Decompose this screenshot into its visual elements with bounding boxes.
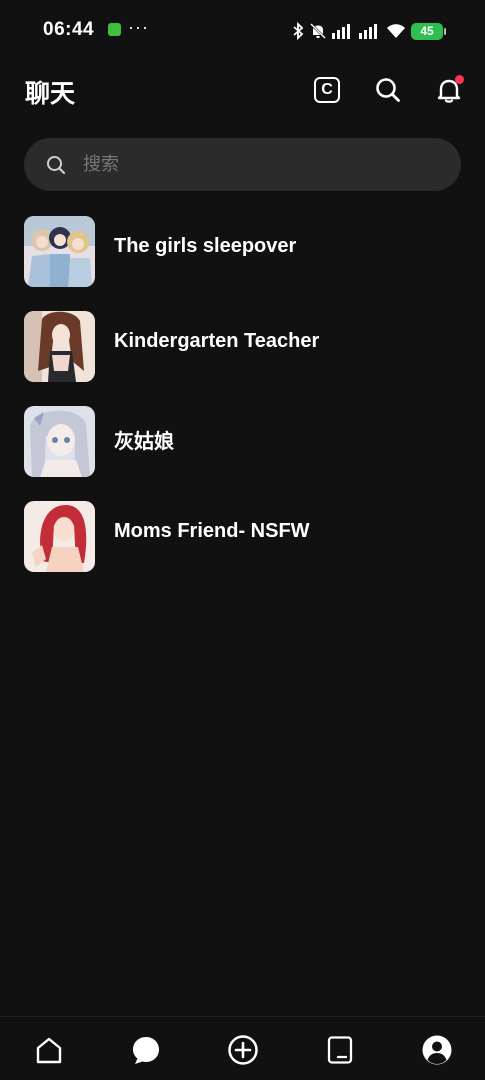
- notifications-button[interactable]: [431, 72, 467, 108]
- chat-name: Moms Friend- NSFW: [114, 520, 310, 542]
- profile-icon: [422, 1035, 452, 1065]
- chat-name: 灰姑娘: [114, 431, 174, 453]
- chat-item[interactable]: Moms Friend- NSFW: [0, 498, 485, 593]
- tablet-icon: [327, 1036, 353, 1064]
- home-icon: [36, 1037, 62, 1064]
- chat-name: The girls sleepover: [114, 235, 297, 257]
- chat-item[interactable]: Kindergarten Teacher: [0, 308, 485, 403]
- search-field-icon: [45, 154, 67, 176]
- search-input[interactable]: [81, 153, 405, 176]
- more-notifications-icon: ···: [128, 17, 149, 37]
- status-bar: 06:44 ··· 45: [0, 0, 485, 62]
- signal-2-icon: [359, 24, 377, 39]
- chat-item[interactable]: The girls sleepover: [0, 213, 485, 308]
- chat-name: Kindergarten Teacher: [114, 330, 320, 352]
- wifi-icon: [387, 24, 405, 38]
- nav-create[interactable]: [225, 1032, 261, 1068]
- nav-home[interactable]: [31, 1032, 67, 1068]
- chat-avatar: [24, 406, 95, 477]
- nav-library[interactable]: [322, 1032, 358, 1068]
- search-button[interactable]: [370, 72, 406, 108]
- mute-bell-icon: [310, 23, 326, 39]
- coin-letter: C: [321, 81, 333, 98]
- coin-icon: C: [314, 77, 340, 103]
- battery-level: 45: [420, 24, 434, 38]
- battery-indicator: 45: [411, 22, 446, 40]
- nav-chat[interactable]: [128, 1032, 164, 1068]
- page-title: 聊天: [25, 79, 76, 108]
- chat-list: The girls sleepover Kindergarten Teacher: [0, 213, 485, 593]
- plus-circle-icon: [228, 1035, 258, 1065]
- chat-bubble-icon: [133, 1037, 159, 1064]
- signal-1-icon: [332, 24, 350, 39]
- bluetooth-icon: [293, 22, 304, 40]
- nav-profile[interactable]: [419, 1032, 455, 1068]
- chat-avatar: [24, 311, 95, 382]
- app-notification-icon: [108, 23, 121, 36]
- chat-avatar: [24, 216, 95, 287]
- search-icon: [376, 78, 400, 102]
- search-bar[interactable]: [24, 138, 461, 191]
- chat-avatar: [24, 501, 95, 572]
- notification-badge: [455, 75, 464, 84]
- status-time: 06:44: [43, 19, 95, 40]
- chat-item[interactable]: 灰姑娘: [0, 403, 485, 498]
- status-icons: 45: [292, 20, 446, 42]
- coins-button[interactable]: C: [309, 72, 345, 108]
